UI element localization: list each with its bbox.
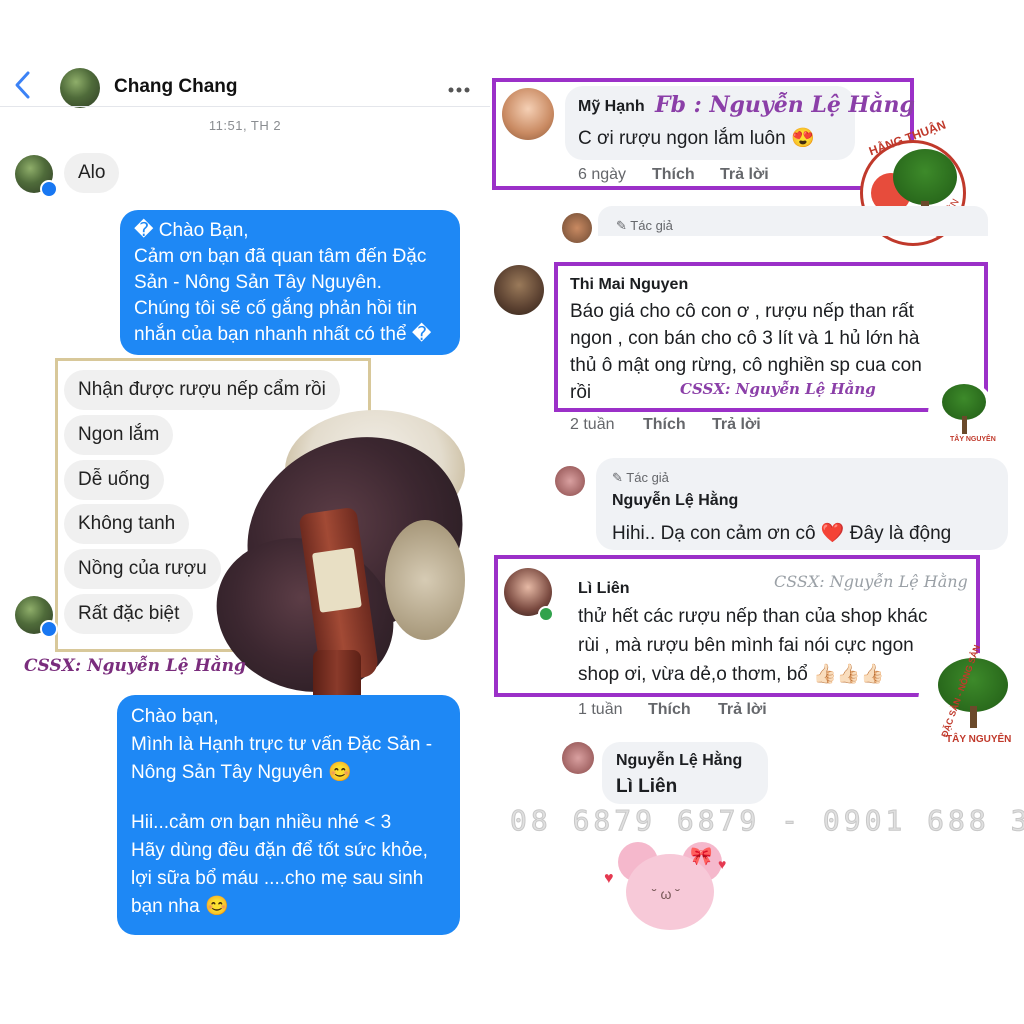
auto-reply-line: Sản - Nông Sản Tây Nguyên. bbox=[134, 272, 382, 293]
cssx-watermark: CSSX: Nguyễn Lệ Hằng bbox=[24, 656, 246, 676]
comment-line: ngon , con bán cho cô 3 lít và 1 hủ lớn … bbox=[570, 328, 920, 349]
reply-button[interactable]: Trả lời bbox=[720, 166, 769, 184]
fb-watermark: Fb : Nguyễn Lệ Hằng bbox=[655, 92, 915, 118]
header-divider bbox=[0, 106, 490, 107]
comment-text: thử hết các rượu nếp than của shop khác … bbox=[578, 602, 928, 689]
author-tag: ✎ Tác giả bbox=[612, 470, 669, 485]
bear-sticker: ˘ ω ˘ ♥ ♥ 🎀 bbox=[600, 836, 740, 946]
cssx-watermark: CSSX: Nguyễn Lệ Hằng bbox=[680, 380, 876, 398]
product-photo bbox=[194, 402, 495, 720]
bear-face-icon: ˘ ω ˘ bbox=[652, 886, 681, 902]
advisor-line: Hãy dùng đều đặn để tốt sức khỏe, bbox=[131, 840, 428, 861]
commenter-name[interactable]: Nguyễn Lệ Hằng bbox=[616, 752, 742, 770]
customer-message: Rất đặc biệt bbox=[64, 594, 194, 634]
advisor-reply-bubble: Chào bạn, Mình là Hạnh trực tư vấn Đặc S… bbox=[117, 695, 460, 935]
comment-age: 1 tuần bbox=[578, 701, 623, 718]
commenter-name[interactable]: Thi Mai Nguyen bbox=[570, 276, 688, 294]
tree-trunk bbox=[962, 416, 967, 434]
comment-line: Báo giá cho cô con ơ , rượu nếp than rất bbox=[570, 301, 914, 322]
author-tag-label: Tác giả bbox=[630, 218, 673, 233]
cssx-watermark: CSSX: Nguyễn Lệ Hằng bbox=[774, 572, 968, 591]
customer-message: Không tanh bbox=[64, 504, 190, 544]
comment-age: 2 tuần bbox=[570, 416, 615, 433]
author-avatar[interactable] bbox=[555, 466, 585, 496]
herb-pile bbox=[385, 520, 465, 640]
messenger-panel: Chang Chang 11:51, TH 2 Alo � Chào Bạn, … bbox=[0, 0, 495, 1024]
comment-text: C ơi rượu ngon lắm luôn 😍 bbox=[578, 128, 815, 149]
messenger-badge-icon bbox=[40, 620, 58, 638]
comment-line: shop ơi, vừa dẻ,o thơm, bổ 👍🏻👍🏻👍🏻 bbox=[578, 664, 885, 685]
commenter-name[interactable]: Nguyễn Lệ Hằng bbox=[612, 492, 738, 510]
tree-trunk bbox=[970, 706, 977, 728]
customer-message: Dễ uống bbox=[64, 460, 164, 500]
comment-text: Hihi.. Dạ con cảm ơn cô ❤️ Đây là động bbox=[612, 523, 952, 544]
advisor-line: Hii...cảm ơn bạn nhiều nhé < 3 bbox=[131, 812, 392, 833]
heart-icon: ♥ bbox=[718, 856, 727, 872]
bottle-label bbox=[311, 547, 362, 613]
customer-message: Nồng của rượu bbox=[64, 549, 221, 589]
advisor-line: lợi sữa bổ máu ....cho mẹ sau sinh bbox=[131, 868, 424, 889]
customer-message: Ngon lắm bbox=[64, 415, 174, 455]
message-alo: Alo bbox=[64, 153, 120, 193]
seal-text-bottom: TÂY NGUYÊN bbox=[946, 734, 1012, 745]
bow-icon: 🎀 bbox=[690, 846, 713, 866]
phone-numbers: 08 6879 6879 - 0901 688 388 bbox=[509, 804, 1024, 838]
comment-line: thủ ô mật ong rừng, cô nghiền sp cua con bbox=[570, 355, 922, 376]
comment-line: thử hết các rượu nếp than của shop khác bbox=[578, 606, 928, 627]
auto-reply-line: Cảm ơn bạn đã quan tâm đến Đặc bbox=[134, 246, 427, 267]
mentioned-user[interactable]: Lì Liên bbox=[616, 774, 677, 800]
tree-icon bbox=[893, 149, 957, 205]
more-dots-icon[interactable] bbox=[448, 74, 470, 100]
contact-name[interactable]: Chang Chang bbox=[114, 76, 238, 98]
advisor-line: Nông Sản Tây Nguyên 😊 bbox=[131, 762, 352, 783]
message-timestamp: 11:51, TH 2 bbox=[208, 118, 282, 133]
auto-reply-line: � Chào Bạn, bbox=[134, 220, 249, 241]
customer-message: Nhận được rượu nếp cẩm rồi bbox=[64, 370, 340, 410]
author-avatar[interactable] bbox=[562, 213, 592, 243]
author-tag-label: Tác giả bbox=[626, 470, 669, 485]
brand-seal: TÂY NGUYÊN bbox=[928, 380, 996, 448]
comment-line: rùi , mà rượu bên mình fai nói cực ngon bbox=[578, 635, 914, 656]
contact-avatar[interactable] bbox=[60, 68, 100, 108]
brand-seal: ĐẶC SẢN - NÔNG SẢN TÂY NGUYÊN bbox=[918, 643, 1020, 754]
author-avatar[interactable] bbox=[562, 742, 594, 774]
like-button[interactable]: Thích bbox=[652, 166, 695, 184]
commenter-avatar[interactable] bbox=[502, 88, 554, 140]
advisor-line-spacer bbox=[131, 787, 446, 809]
commenter-avatar[interactable] bbox=[494, 265, 544, 315]
like-button[interactable]: Thích bbox=[648, 701, 691, 719]
commenter-name[interactable]: Lì Liên bbox=[578, 580, 630, 598]
auto-reply-bubble: � Chào Bạn, Cảm ơn bạn đã quan tâm đến Đ… bbox=[120, 210, 460, 355]
advisor-line: Chào bạn, bbox=[131, 706, 219, 727]
comment-age: 6 ngày bbox=[578, 166, 627, 183]
online-status-icon bbox=[538, 606, 554, 622]
seal-text: TÂY NGUYÊN bbox=[950, 436, 996, 443]
chevron-left-icon[interactable] bbox=[12, 70, 34, 106]
advisor-line: bạn nha 😊 bbox=[131, 896, 229, 917]
messenger-badge-icon bbox=[40, 180, 58, 198]
commenter-name[interactable]: Mỹ Hạnh bbox=[578, 98, 645, 116]
advisor-line: Mình là Hạnh trực tư vấn Đặc Sản - bbox=[131, 734, 433, 755]
author-tag: ✎ Tác giả bbox=[616, 218, 673, 233]
reply-button[interactable]: Trả lời bbox=[718, 701, 767, 719]
heart-icon: ♥ bbox=[604, 870, 614, 887]
like-button[interactable]: Thích bbox=[643, 416, 686, 434]
auto-reply-line: nhắn của bạn nhanh nhất có thể � bbox=[134, 324, 432, 345]
auto-reply-line: Chúng tôi sẽ cố gắng phản hồi tin bbox=[134, 298, 418, 319]
reply-button[interactable]: Trả lời bbox=[712, 416, 761, 434]
tree-icon bbox=[942, 384, 986, 420]
